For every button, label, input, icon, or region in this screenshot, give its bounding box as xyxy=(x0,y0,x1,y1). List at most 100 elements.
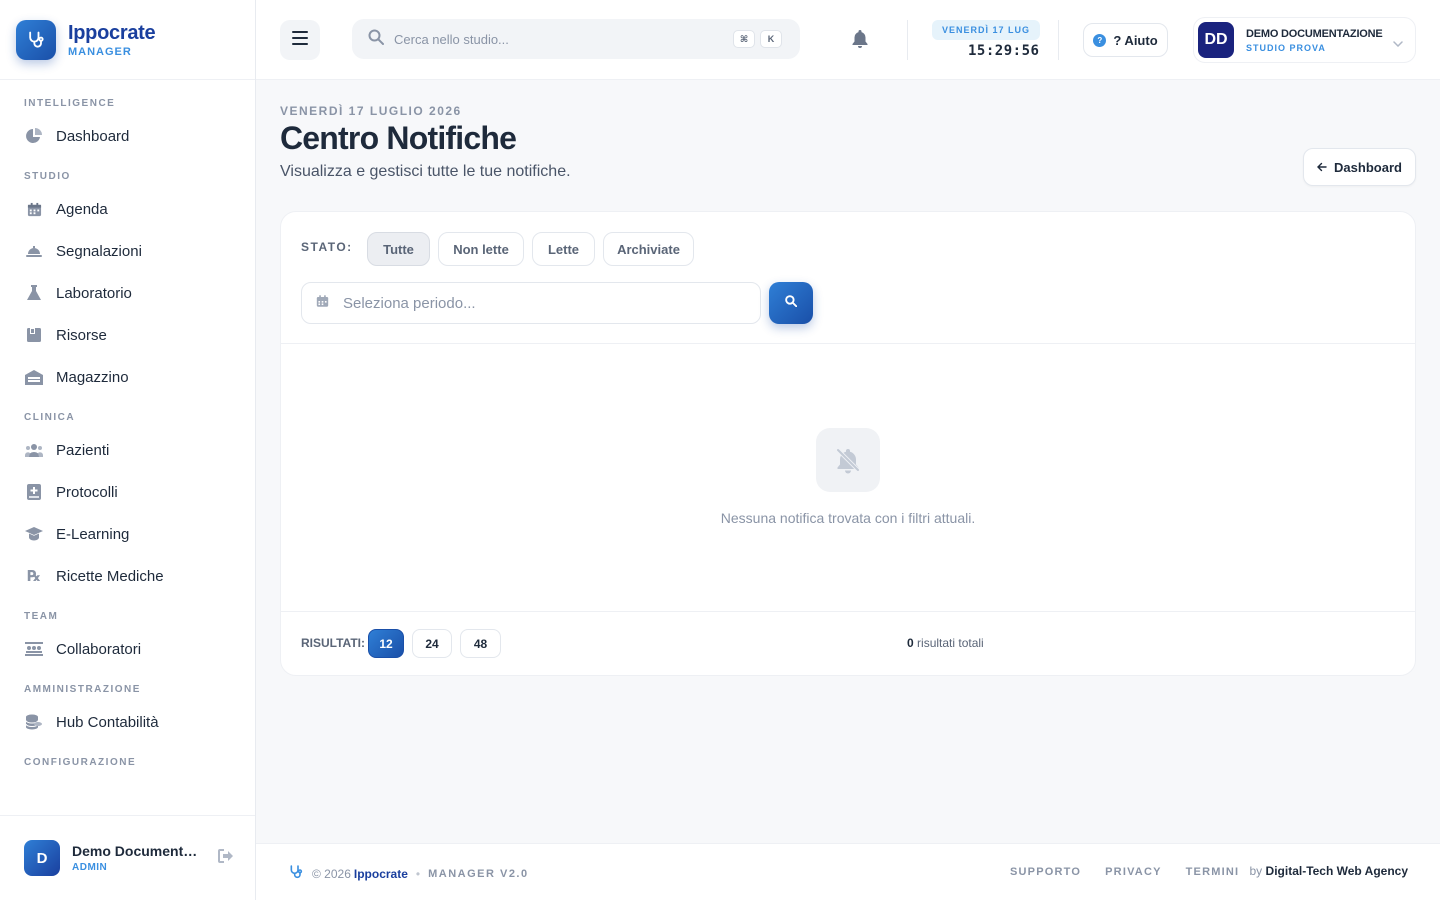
page-size-12[interactable]: 12 xyxy=(368,629,404,658)
hamburger-icon xyxy=(292,30,308,50)
filter-lette[interactable]: Lette xyxy=(532,232,595,266)
footer-agency[interactable]: Digital-Tech Web Agency xyxy=(1266,864,1408,878)
sidebar-item-ricette-mediche[interactable]: ℞ Ricette Mediche xyxy=(24,555,255,597)
users-icon xyxy=(24,440,44,460)
page-size-48[interactable]: 48 xyxy=(460,629,501,658)
stethoscope-logo-icon xyxy=(288,864,304,883)
sidebar-user-role: ADMIN xyxy=(72,862,108,873)
footer-brand[interactable]: Ippocrate xyxy=(354,867,408,881)
sidebar-item-label: E-Learning xyxy=(56,525,130,543)
search-input[interactable]: Cerca nello studio... ⌘ K xyxy=(352,19,800,59)
search-icon xyxy=(368,29,384,50)
arrow-left-icon xyxy=(1317,162,1327,172)
filter-non-lette[interactable]: Non lette xyxy=(438,232,524,266)
nav-section-title: INTELLIGENCE xyxy=(24,98,116,109)
user-studio: STUDIO PROVA xyxy=(1246,42,1326,53)
nav-section-title: CLINICA xyxy=(24,412,76,423)
logout-icon[interactable] xyxy=(218,848,234,868)
brand[interactable]: Ippocrate MANAGER xyxy=(0,0,255,80)
sidebar-item-magazzino[interactable]: Magazzino xyxy=(24,356,255,398)
menu-toggle-button[interactable] xyxy=(280,20,320,60)
flask-icon xyxy=(24,283,44,303)
footer: © 2026 Ippocrate • MANAGER V2.0 SUPPORTO… xyxy=(256,843,1440,900)
footer-link-termini[interactable]: TERMINI xyxy=(1186,866,1240,878)
footer-by: by xyxy=(1249,864,1263,878)
clock: 15:29:56 xyxy=(968,43,1040,59)
user-menu[interactable]: DD DEMO DOCUMENTAZIONE STUDIO PROVA xyxy=(1193,17,1416,63)
coins-icon xyxy=(24,712,44,732)
results-total-count: 0 xyxy=(907,636,914,650)
filter-tutte[interactable]: Tutte xyxy=(367,232,430,266)
sidebar-item-dashboard[interactable]: Dashboard xyxy=(24,115,255,157)
stethoscope-logo-icon xyxy=(16,19,56,60)
main-content: VENERDÌ 17 LUGLIO 2026 Centro Notifiche … xyxy=(256,80,1440,843)
sidebar-item-protocolli[interactable]: Protocolli xyxy=(24,471,255,513)
nav-section-title: TEAM xyxy=(24,611,59,622)
sidebar-item-label: Segnalazioni xyxy=(56,242,142,260)
avatar: DD xyxy=(1198,22,1234,58)
footer-link-privacy[interactable]: PRIVACY xyxy=(1105,866,1161,878)
sidebar-item-label: Risorse xyxy=(56,326,107,344)
sidebar-user[interactable]: D Demo Documentazione ADMIN xyxy=(0,815,255,900)
topbar: Cerca nello studio... ⌘ K VENERDÌ 17 LUG… xyxy=(256,0,1440,80)
sidebar-item-laboratorio[interactable]: Laboratorio xyxy=(24,272,255,314)
search-button[interactable] xyxy=(769,282,813,324)
results-bar: RISULTATI: 12 24 48 0 risultati totali xyxy=(281,612,1415,674)
search-icon xyxy=(785,294,798,312)
warehouse-icon xyxy=(24,367,44,387)
sidebar-item-label: Collaboratori xyxy=(56,640,142,658)
sidebar: Ippocrate MANAGER INTELLIGENCE Dashboard… xyxy=(0,0,256,900)
notifications-bell-icon[interactable] xyxy=(852,30,868,53)
filters-bar: STATO: Tutte Non lette Lette Archiviate … xyxy=(281,212,1415,344)
chevron-down-icon xyxy=(1393,34,1403,52)
kbd-k: K xyxy=(760,30,782,48)
filter-archiviate[interactable]: Archiviate xyxy=(603,232,694,266)
sidebar-item-label: Dashboard xyxy=(56,127,130,145)
period-input[interactable]: Seleziona periodo... xyxy=(301,282,761,324)
kbd-cmd: ⌘ xyxy=(733,30,755,48)
graduation-cap-icon xyxy=(24,524,44,544)
brand-name: Ippocrate xyxy=(68,21,156,44)
sidebar-item-agenda[interactable]: Agenda xyxy=(24,188,255,230)
box-icon xyxy=(24,325,44,345)
sidebar-user-name: Demo Documentazione xyxy=(72,843,204,859)
sidebar-item-label: Protocolli xyxy=(56,483,118,501)
page-size-24[interactable]: 24 xyxy=(412,629,452,658)
back-to-dashboard-button[interactable]: Dashboard xyxy=(1303,148,1416,186)
sidebar-item-hub-contabilita[interactable]: Hub Contabilità xyxy=(24,701,255,743)
help-label: ? Aiuto xyxy=(1113,32,1158,48)
footer-version: MANAGER V2.0 xyxy=(428,867,529,880)
separator-dot: • xyxy=(415,866,421,881)
bell-slash-icon xyxy=(816,428,880,492)
help-icon: ? xyxy=(1093,33,1107,47)
avatar: D xyxy=(24,840,60,876)
sidebar-item-segnalazioni[interactable]: Segnalazioni xyxy=(24,230,255,272)
sidebar-item-pazienti[interactable]: Pazienti xyxy=(24,429,255,471)
calendar-icon xyxy=(316,294,329,313)
empty-message: Nessuna notifica trovata con i filtri at… xyxy=(720,510,976,526)
sidebar-item-label: Hub Contabilità xyxy=(56,713,159,731)
copyright: © 2026 xyxy=(312,866,351,881)
sidebar-item-risorse[interactable]: Risorse xyxy=(24,314,255,356)
nav-section-title: CONFIGURAZIONE xyxy=(24,757,137,768)
bell-service-icon xyxy=(24,241,44,261)
results-total-label: risultati totali xyxy=(917,636,984,650)
date-badge: VENERDÌ 17 LUG xyxy=(932,20,1041,40)
sidebar-item-e-learning[interactable]: E-Learning xyxy=(24,513,255,555)
sidebar-nav: INTELLIGENCE Dashboard STUDIO Agenda Seg… xyxy=(0,80,255,771)
sidebar-item-label: Pazienti xyxy=(56,441,110,459)
stato-label: STATO: xyxy=(301,240,353,254)
help-button[interactable]: ? ? Aiuto xyxy=(1083,23,1168,57)
medical-book-icon xyxy=(24,482,44,502)
sidebar-item-label: Ricette Mediche xyxy=(56,567,164,585)
nav-section-title: AMMINISTRAZIONE xyxy=(24,684,141,695)
sidebar-item-label: Magazzino xyxy=(56,368,129,386)
footer-link-supporto[interactable]: SUPPORTO xyxy=(1010,866,1081,878)
brand-subtitle: MANAGER xyxy=(68,45,132,58)
user-name: DEMO DOCUMENTAZIONE xyxy=(1246,27,1383,40)
footer-credit: by Digital-Tech Web Agency xyxy=(1250,864,1409,878)
page-date: VENERDÌ 17 LUGLIO 2026 xyxy=(280,104,462,118)
sidebar-item-collaboratori[interactable]: Collaboratori xyxy=(24,628,255,670)
nav-section-title: STUDIO xyxy=(24,171,71,182)
sidebar-item-label: Laboratorio xyxy=(56,284,132,302)
